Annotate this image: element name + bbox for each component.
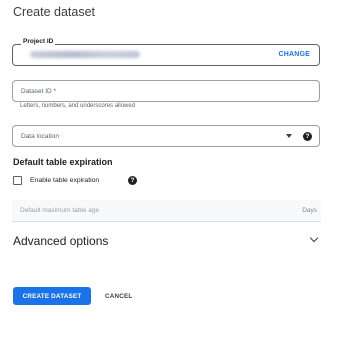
required-marker: *	[53, 87, 57, 95]
create-dataset-button[interactable]: CREATE DATASET	[13, 287, 91, 305]
data-location-help-icon[interactable]: ?	[303, 132, 312, 141]
panel-title: Create dataset	[13, 5, 95, 19]
dataset-id-placeholder-text: Dataset ID	[21, 87, 52, 95]
project-id-obscured-value	[30, 51, 140, 58]
dataset-id-placeholder: Dataset ID *	[21, 88, 56, 95]
enable-table-expiration-checkbox[interactable]	[13, 176, 22, 185]
default-max-table-age-input: Default maximum table age Days	[12, 200, 321, 222]
dataset-id-hint: Letters, numbers, and underscores allowe…	[20, 103, 136, 109]
chevron-down-icon	[309, 233, 319, 243]
data-location-placeholder: Data location	[21, 132, 59, 140]
default-table-expiration-heading: Default table expiration	[13, 157, 113, 167]
advanced-options-toggle[interactable]: Advanced options	[13, 232, 321, 250]
project-id-label: Project ID	[21, 38, 56, 45]
table-expiration-help-icon[interactable]: ?	[128, 176, 137, 185]
dataset-id-input[interactable]: Dataset ID *	[12, 80, 320, 102]
create-dataset-panel: Create dataset Project ID CHANGE Dataset…	[0, 0, 345, 343]
days-suffix: Days	[302, 207, 317, 214]
cancel-button[interactable]: CANCEL	[101, 287, 136, 305]
enable-table-expiration-label[interactable]: Enable table expiration	[30, 177, 99, 184]
dropdown-arrow-icon	[286, 134, 292, 138]
change-project-button[interactable]: CHANGE	[278, 51, 310, 58]
max-table-age-placeholder: Default maximum table age	[20, 207, 100, 214]
advanced-options-label: Advanced options	[13, 234, 109, 248]
project-id-field[interactable]: Project ID CHANGE	[12, 38, 320, 66]
data-location-select[interactable]: Data location ?	[12, 125, 320, 147]
